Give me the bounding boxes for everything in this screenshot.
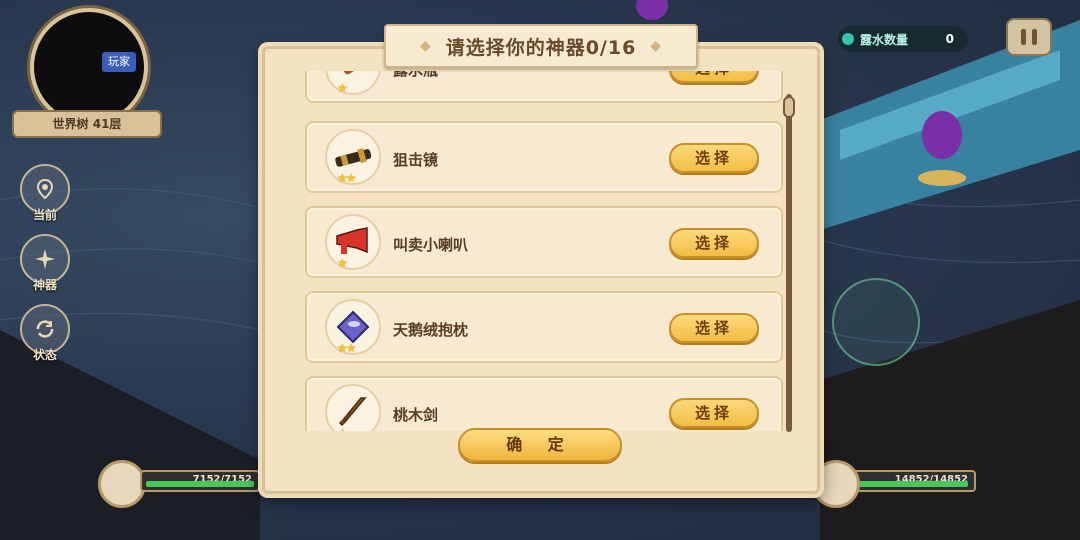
item-name: 露水瓶 [393,71,438,80]
rarity-stars: ★ [337,426,348,431]
bottle-icon [325,71,381,95]
artifact-list[interactable]: ★ 露水瓶 选择 ★★ 狙击镜 选择 ★ 叫卖小喇叭 选择 ★★ [275,71,807,431]
rarity-stars: ★★ [337,341,356,355]
joystick[interactable] [832,278,920,366]
rarity-stars: ★★ [337,171,356,185]
choose-button[interactable]: 选择 [669,398,759,428]
list-item[interactable]: ★ 叫卖小喇叭 选择 [305,206,783,278]
minimap-player-label: 玩家 [102,52,136,72]
item-name: 狙击镜 [393,151,439,169]
rarity-stars: ★ [337,81,348,95]
hero-hp-fill [848,481,968,487]
dew-counter: 露水数量 0 [838,26,968,52]
location-pin-icon [36,178,54,200]
artifact-select-dialog: ★ 露水瓶 选择 ★★ 狙击镜 选择 ★ 叫卖小喇叭 选择 ★★ [262,46,820,494]
choose-button[interactable]: 选择 [669,143,759,173]
compass-star-icon [35,249,55,269]
list-item[interactable]: ★★ 天鹅绒抱枕 选择 [305,291,783,363]
side-label-artifact: 神器 [32,278,57,292]
wooden-sword-icon [325,384,381,431]
list-item[interactable]: ★ 露水瓶 选择 [305,71,783,103]
hero-hp-bar: 7152/7152 [140,470,260,492]
scrollbar[interactable] [786,94,792,432]
side-label-status: 状态 [32,348,57,362]
side-label-current: 当前 [32,208,57,222]
ornament-icon: ◆ [419,38,432,54]
choose-button[interactable]: 选择 [669,313,759,343]
choose-button[interactable]: 选择 [669,71,759,83]
rarity-stars: ★ [337,256,348,270]
pause-button[interactable] [1006,18,1052,56]
pause-icon [1021,29,1026,45]
choose-button[interactable]: 选择 [669,228,759,258]
scrollbar-thumb[interactable] [783,96,795,118]
minimap[interactable]: 玩家 [30,8,148,126]
item-name: 天鹅绒抱枕 [393,321,469,339]
hero-right[interactable]: 14852/14852 [812,460,982,508]
cycle-icon [36,320,54,338]
confirm-button[interactable]: 确 定 [458,428,622,462]
dew-value: 0 [945,32,954,46]
floor-banner: 世界树 41层 [12,110,162,138]
hero-avatar [98,460,146,508]
list-item[interactable]: ★ 桃木剑 选择 [305,376,783,431]
megaphone-icon [325,214,381,270]
ornament-icon: ◆ [650,38,663,54]
hero-left[interactable]: 7152/7152 [98,460,268,508]
hero-hp-fill [146,481,254,487]
dew-drop-icon [842,33,854,45]
item-name: 叫卖小喇叭 [393,236,469,254]
dialog-title-plate: ◆ 请选择你的神器0/16 ◆ [384,24,698,68]
hero-hp-bar: 14852/14852 [842,470,976,492]
dew-label: 露水数量 [860,32,909,47]
dialog-title: 请选择你的神器0/16 [445,36,637,59]
list-item[interactable]: ★★ 狙击镜 选择 [305,121,783,193]
item-name: 桃木剑 [393,406,439,424]
